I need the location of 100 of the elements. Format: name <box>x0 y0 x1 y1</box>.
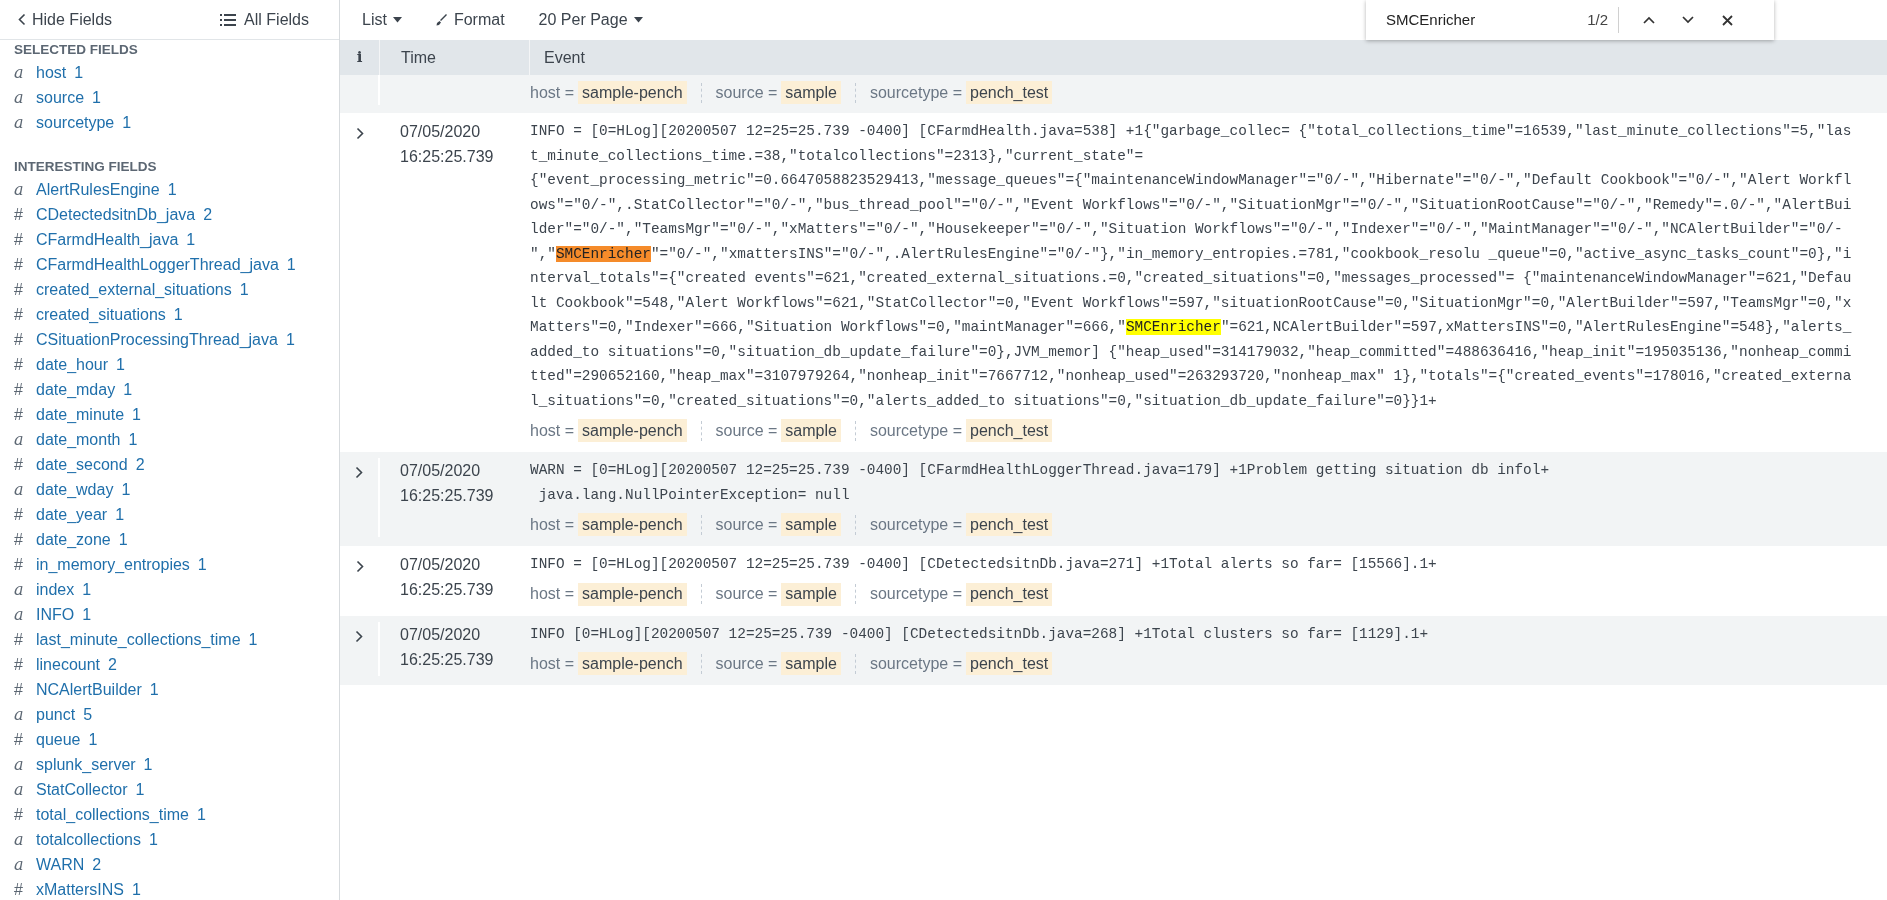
dropdown-button[interactable]: List <box>362 8 402 32</box>
field-count: 1 <box>82 604 92 625</box>
field-count: 1 <box>197 554 207 575</box>
dropdown-button[interactable]: 20 Per Page <box>538 8 643 32</box>
field-value[interactable]: sample <box>781 419 841 442</box>
field-label: sourcetype = <box>869 420 962 441</box>
field-count: 1 <box>143 754 153 775</box>
field-count: 1 <box>74 62 84 83</box>
field-name-link[interactable]: xMattersINS <box>36 877 124 900</box>
field-label: host = <box>530 514 575 535</box>
field-value[interactable]: sample-pench <box>578 652 687 675</box>
field-value[interactable]: sample <box>781 582 841 606</box>
field-count: 1 <box>128 429 138 450</box>
field-name-link[interactable]: CDetectedsitnDb_java <box>36 202 196 227</box>
chevron-right-icon[interactable] <box>355 629 363 643</box>
field-label: host = <box>530 420 575 441</box>
field-name-link[interactable]: splunk_server <box>36 752 136 777</box>
field-name-link[interactable]: sourcetype <box>36 110 115 135</box>
field-count: 1 <box>148 829 158 850</box>
field-count: 1 <box>118 529 128 550</box>
all-fields-button[interactable]: All Fields <box>220 7 309 32</box>
field-name-link[interactable]: CFarmdHealthLoggerThread_java <box>36 252 279 277</box>
chevron-right-icon[interactable] <box>356 560 364 573</box>
field-name-link[interactable]: queue <box>36 727 81 752</box>
number-type-icon: # <box>14 252 32 277</box>
event-time: 16:25:25.739 <box>400 486 495 506</box>
time-column-header[interactable]: Time <box>401 45 436 70</box>
field-name-link[interactable]: last_minute_collections_time <box>36 627 241 652</box>
number-type-icon: # <box>14 677 32 702</box>
field-value[interactable]: sample <box>781 513 841 536</box>
field-name-link[interactable]: NCAlertBuilder <box>36 677 142 702</box>
field-value[interactable]: sample <box>781 652 841 675</box>
field-label: source = <box>715 653 778 674</box>
field-name-link[interactable]: index <box>36 577 75 602</box>
field-name-link[interactable]: totalcollections <box>36 827 141 852</box>
field-name-link[interactable]: created_situations <box>36 302 166 327</box>
string-type-icon: a <box>14 177 32 202</box>
field-name-link[interactable]: punct <box>36 702 76 727</box>
field-name-link[interactable]: AlertRulesEngine <box>36 177 160 202</box>
string-type-icon: a <box>14 752 32 777</box>
field-name-link[interactable]: host <box>36 60 67 85</box>
field-name-link[interactable]: total_collections_time <box>36 802 189 827</box>
string-type-icon: a <box>14 702 32 727</box>
number-type-icon: # <box>14 277 32 302</box>
section-heading: SELECTED FIELDS <box>14 40 139 59</box>
field-value[interactable]: sample-pench <box>578 582 687 606</box>
string-type-icon: a <box>14 852 32 877</box>
field-value[interactable]: sample-pench <box>578 513 687 536</box>
field-name-link[interactable]: source <box>36 85 85 110</box>
field-value[interactable]: pench_test <box>966 652 1053 675</box>
field-value[interactable]: pench_test <box>966 81 1053 104</box>
field-name-link[interactable]: date_minute <box>36 402 125 427</box>
event-date: 07/05/2020 <box>400 122 482 142</box>
field-count: 2 <box>108 654 117 675</box>
field-name-link[interactable]: date_month <box>36 427 121 452</box>
field-name-link[interactable]: WARN <box>36 852 85 877</box>
field-value[interactable]: pench_test <box>966 582 1053 606</box>
field-value[interactable]: sample <box>781 81 841 104</box>
number-type-icon: # <box>14 352 32 377</box>
field-name-link[interactable]: date_wday <box>36 477 114 502</box>
field-value[interactable]: sample-pench <box>578 419 687 442</box>
string-type-icon: a <box>14 577 32 602</box>
field-count: 1 <box>116 354 125 375</box>
field-value[interactable]: pench_test <box>966 419 1053 442</box>
field-count: 1 <box>286 254 296 275</box>
chevron-down-icon <box>1682 16 1694 24</box>
field-value[interactable]: pench_test <box>966 513 1053 536</box>
number-type-icon: # <box>14 652 32 677</box>
field-name-link[interactable]: date_hour <box>36 352 109 377</box>
format-button[interactable]: Format <box>435 8 505 32</box>
info-column-header: i <box>356 47 363 69</box>
find-input[interactable]: SMCEnricher <box>1366 8 1556 32</box>
field-name-link[interactable]: INFO <box>36 602 75 627</box>
field-name-link[interactable]: date_zone <box>36 527 111 552</box>
field-label: source = <box>715 584 778 604</box>
event-column-header[interactable]: Event <box>544 45 585 70</box>
field-value[interactable]: sample-pench <box>578 81 687 104</box>
field-name-link[interactable]: date_year <box>36 502 108 527</box>
chevron-right-icon[interactable] <box>356 127 364 140</box>
string-type-icon: a <box>14 85 32 110</box>
chevron-right-icon[interactable] <box>355 466 363 479</box>
field-name-link[interactable]: date_mday <box>36 377 116 402</box>
field-name-link[interactable]: CSituationProcessingThread_java <box>36 327 278 352</box>
field-count: 1 <box>121 479 131 500</box>
event-time: 16:25:25.739 <box>400 649 495 670</box>
field-name-link[interactable]: linecount <box>36 652 101 677</box>
number-type-icon: # <box>14 302 32 327</box>
field-name-link[interactable]: created_external_situations <box>36 277 232 302</box>
hide-fields-button[interactable]: Hide Fields <box>18 7 113 32</box>
number-type-icon: # <box>14 802 32 827</box>
field-name-link[interactable]: CFarmdHealth_java <box>36 227 179 252</box>
field-name-link[interactable]: StatCollector <box>36 777 128 802</box>
field-count: 5 <box>83 704 93 725</box>
field-count: 1 <box>167 179 177 200</box>
event-text: INFO = [0=HLog][20200507 12=25=25.739 -0400] [CFarmdHealth.java=538] +1{"garbage_collec= {"total_collections_time"=16539,"last_minute_collections"=5,"las t_minute_collections_time.=38,"totalcollections"=2313},"current_state"= {"event_processing_metric"=0.6647058823529413,"message_queues"={"maintenanceWindowManager"="0/-","Hibernate"="0/-","Default Cookbook"="0/-","Alert Workfl ows"="0/-",.StatCollector"="0/-","bus_thread_pool"="0/-","Event Workflows"="0/-","SituationMgr"="0/-","SituationRootCause"="0/-","Remedy"=.0/-","AlertBui lder"="0/-","TeamsMgr"="0/-","xMatters"="0/-","Housekeeper"="0/-","Situation Workflows"="0/-","Indexer"="0/-","MaintManager"="0/-","NCAlertBuilder"="0/- ","SMCEnricher"="0/-","xmattersINS"="0/-",.AlertRulesEngine"="0/-"},"in_memory_entropies.=781,"cookbook_resolu _queue"=0,"active_async_tasks_count"=0},"i nterval_totals"={"created events"=621,"created_external_situations.=0,"created_situations"=0,"messages_processed"= {"maintenanceWindowManager"=621,"Defau lt Cookbook"=548,"Alert Workflows"=621,"StatCollector"=0,"Event Workflows"=597,"situationRootCause"=0,"SituationMgr"=0,"AlertBuilder"=597,"TeamsMgr"=0,"x Matters"=0,"Indexer"=666,"Situation Workflows"=0,"maintManager"=666,"SMCEnricher"=621,NCAlertBuilder"=597,xMattersINS"=0,"AlertRulesEngine"=548},"alerts_ added_to situations"=0,"situation_db_update_failure"=0},JVM_memor] {"heap_used"=314179032,"heap_committed"=488636416,"heap_init"=195035136,"nonheap_commi tted"=290652160,"heap_max"=3107979264,"nonheap_init"=7667712,"nonheap_used"=263293720,"nonheap_max" 1},"totals"={"created_events"=178016,"created_externa l_situations"=0,"created_situations"=0,"alerts_added_to situations"=0,"situation_db_update_failure"=0}}1+ <box>530 122 1853 411</box>
field-name-link[interactable]: date_second <box>36 452 128 477</box>
field-name-link[interactable]: in_memory_entropies <box>36 552 190 577</box>
event-time: 16:25:25.739 <box>400 147 495 167</box>
string-type-icon: a <box>14 602 32 627</box>
number-type-icon: # <box>14 502 32 527</box>
